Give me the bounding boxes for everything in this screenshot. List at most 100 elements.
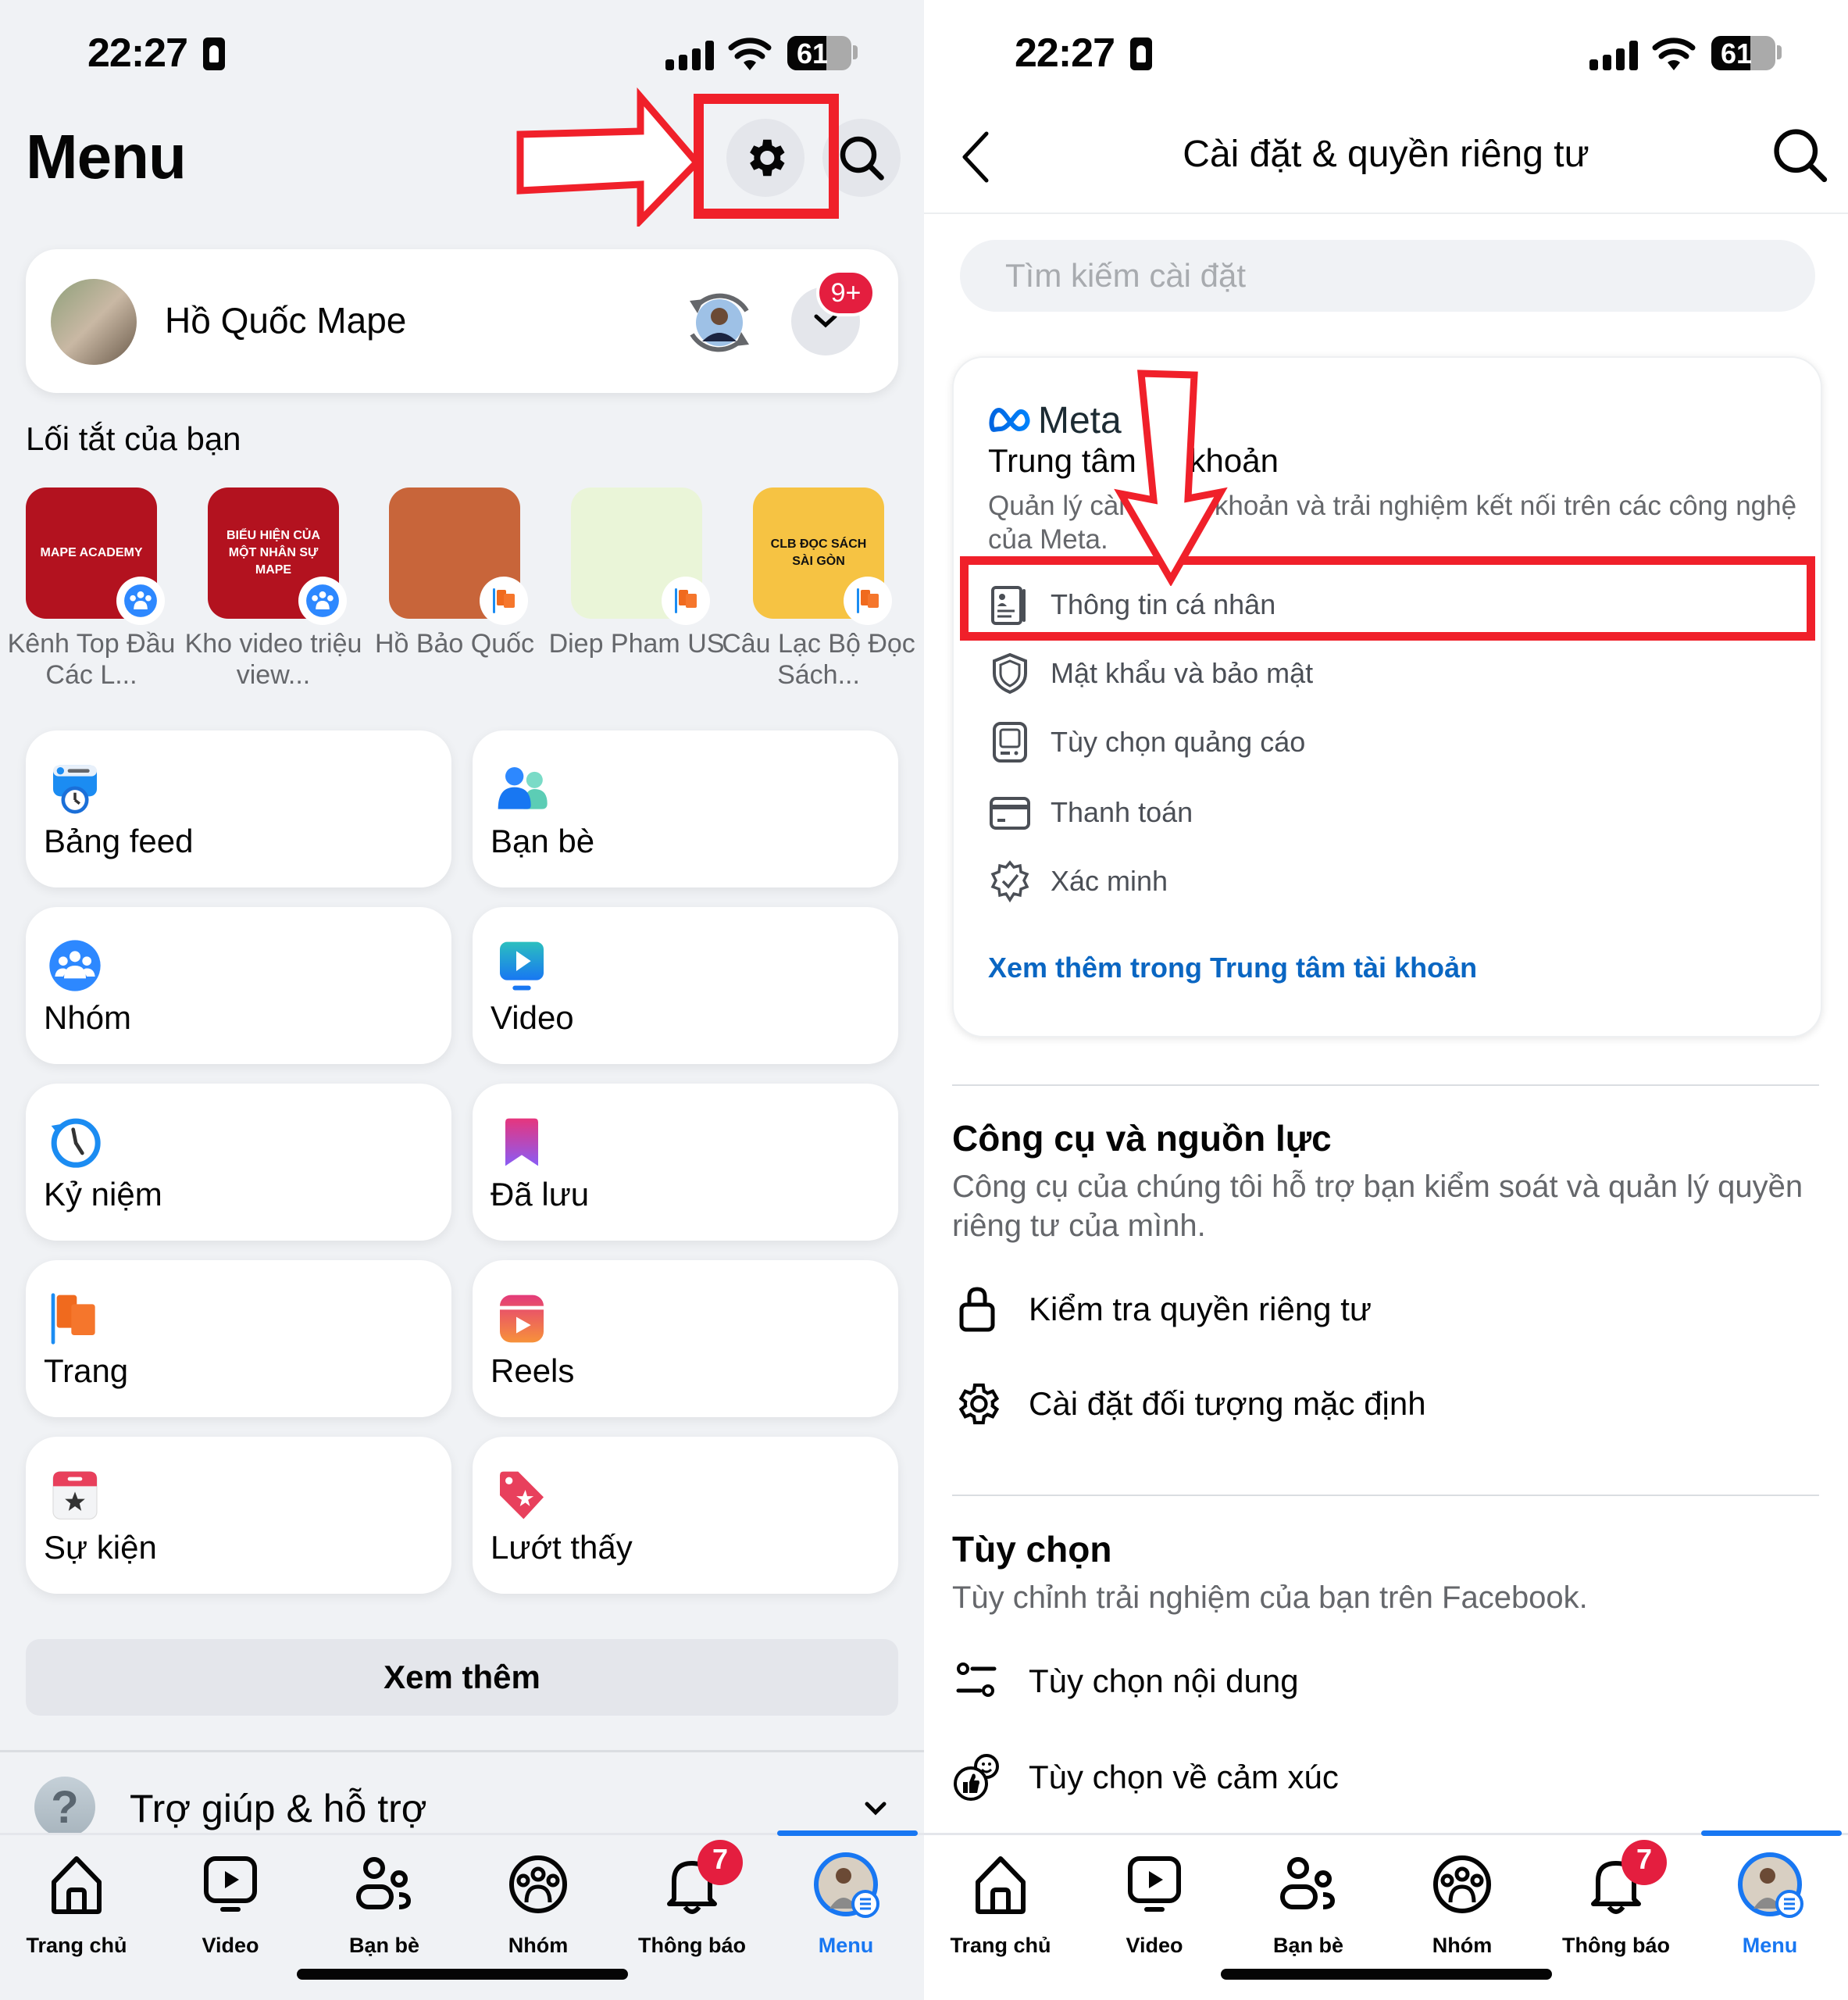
shortcut-tile-groups[interactable]: Nhóm — [26, 907, 451, 1064]
pages-flag-icon — [48, 1291, 102, 1346]
shortcut-item[interactable]: BIỂU HIỆN CỦA MỘT NHÂN SỰ MAPE Kho video … — [185, 488, 362, 691]
shortcut-tile-memories[interactable]: Kỷ niệm — [26, 1084, 451, 1241]
video-icon — [494, 938, 549, 993]
settings-search-input[interactable] — [960, 240, 1815, 312]
shortcut-tile-feed[interactable]: Bảng feed — [26, 730, 451, 888]
shortcut-tile-pages-flag[interactable]: Trang — [26, 1260, 451, 1417]
group-badge-icon — [298, 577, 347, 625]
nav-tab-friends-outline[interactable]: Bạn bè — [308, 1851, 461, 1958]
search-icon[interactable] — [1770, 125, 1829, 184]
battery-level: 61 — [797, 38, 829, 70]
events-icon — [48, 1468, 102, 1523]
item-label: Kiểm tra quyền riêng tư — [1029, 1291, 1372, 1327]
accounts-center-item[interactable]: Thanh toán — [988, 789, 1793, 836]
battery-level: 61 — [1721, 38, 1753, 70]
tile-label: Video — [491, 999, 574, 1036]
shortcut-tile-feeds-tag[interactable]: Lướt thấy — [473, 1437, 898, 1594]
tools-description: Công cụ của chúng tôi hỗ trợ bạn kiểm so… — [952, 1170, 1803, 1243]
reactions-icon — [952, 1752, 1002, 1802]
preferences-item[interactable]: Tùy chọn nội dung — [952, 1650, 1811, 1712]
shortcut-item[interactable]: CLB ĐỌC SÁCH SÀI GÒN Câu Lạc Bộ Đọc Sách.… — [722, 488, 915, 691]
accounts-center-item[interactable]: Mật khẩu và bảo mật — [988, 650, 1793, 697]
help-support-row[interactable]: ? Trợ giúp & hỗ trợ — [0, 1773, 924, 1838]
tile-label: Bảng feed — [44, 823, 194, 859]
profile-card[interactable]: Hồ Quốc Mape 9+ — [26, 249, 898, 393]
shortcut-tile-reels[interactable]: Reels — [473, 1260, 898, 1417]
shortcut-label: Kênh Top Đầu Các L... — [7, 629, 176, 690]
profile-name[interactable]: Hồ Quốc Mape — [165, 299, 406, 341]
item-label: Thanh toán — [1051, 796, 1193, 828]
tile-label: Nhóm — [44, 999, 132, 1036]
profile-avatar[interactable] — [51, 279, 137, 365]
profile-menu-icon — [812, 1851, 879, 1918]
shortcut-thumbnail: CLB ĐỌC SÁCH SÀI GÒN — [753, 488, 892, 625]
nav-tab-video-tv[interactable]: Video — [1078, 1851, 1231, 1958]
tile-label: Trang — [44, 1352, 129, 1389]
header-divider — [924, 212, 1848, 214]
item-label: Tùy chọn nội dung — [1029, 1662, 1299, 1699]
accounts-center-item[interactable]: Xác minh — [988, 858, 1793, 905]
shortcut-label: Câu Lạc Bộ Đọc Sách... — [722, 629, 915, 690]
shortcut-item[interactable]: Diep Pham US — [549, 488, 724, 659]
nav-tab-home[interactable]: Trang chủ — [924, 1851, 1077, 1958]
chevron-down-icon[interactable] — [864, 1800, 887, 1817]
shortcut-tile-friends[interactable]: Bạn bè — [473, 730, 898, 888]
notification-count-badge: 7 — [1621, 1840, 1667, 1885]
wifi-icon — [728, 38, 772, 70]
shortcut-item[interactable]: Hồ Bảo Quốc — [375, 488, 534, 659]
active-tab-indicator — [1701, 1830, 1842, 1836]
shortcut-tile-events[interactable]: Sự kiện — [26, 1437, 451, 1594]
nav-tab-bell[interactable]: 7 Thông báo — [615, 1840, 769, 1958]
focus-person-icon — [1130, 38, 1152, 70]
home-icon — [43, 1851, 110, 1918]
shortcuts-heading: Lối tắt của bạn — [26, 420, 241, 457]
profile-menu-icon — [1736, 1851, 1803, 1918]
page-badge-icon — [844, 577, 892, 625]
preferences-item[interactable]: Tùy chọn về cảm xúc — [952, 1746, 1811, 1809]
item-label: Xác minh — [1051, 865, 1168, 897]
page-badge-icon — [480, 577, 528, 625]
tools-item[interactable]: Kiểm tra quyền riêng tư — [952, 1278, 1811, 1341]
tile-label: Sự kiện — [44, 1529, 157, 1566]
cellular-signal-icon — [1589, 38, 1638, 70]
groups-outline-icon — [1429, 1851, 1496, 1918]
sliders-icon — [952, 1656, 1002, 1706]
friends-outline-icon — [351, 1851, 418, 1918]
meta-infinity-icon — [989, 407, 1030, 432]
nav-tab-profile-menu[interactable]: Menu — [1693, 1851, 1846, 1958]
nav-label: Video — [202, 1934, 259, 1957]
focus-person-icon — [203, 38, 225, 70]
nav-tab-home[interactable]: Trang chủ — [0, 1851, 153, 1958]
nav-tab-bell[interactable]: 7 Thông báo — [1539, 1840, 1693, 1958]
shortcut-label: Diep Pham US — [548, 629, 725, 659]
tile-label: Bạn bè — [491, 823, 595, 859]
tools-item[interactable]: Cài đặt đối tượng mặc định — [952, 1373, 1811, 1435]
battery-nub — [1777, 45, 1782, 59]
switch-profile-icon[interactable] — [680, 284, 758, 362]
nav-label: Nhóm — [508, 1934, 569, 1957]
page-title: Cài đặt & quyền riêng tư — [1183, 134, 1589, 175]
friends-outline-icon — [1275, 1851, 1342, 1918]
nav-tab-groups-outline[interactable]: Nhóm — [1386, 1851, 1539, 1958]
gear-icon — [952, 1379, 1002, 1429]
shortcut-tile-video[interactable]: Video — [473, 907, 898, 1064]
shortcut-thumbnail: MAPE ACADEMY — [26, 488, 165, 625]
menu-screen: 22:27 61 Menu Hồ Quốc Mape 9+ Lối tắt củ… — [0, 0, 924, 2000]
see-more-button[interactable]: Xem thêm — [26, 1639, 898, 1716]
nav-tab-video-tv[interactable]: Video — [154, 1851, 307, 1958]
nav-label: Bạn bè — [1272, 1934, 1344, 1957]
section-divider — [952, 1495, 1819, 1496]
shortcut-tile-saved[interactable]: Đã lưu — [473, 1084, 898, 1241]
battery-nub — [853, 45, 858, 59]
nav-tab-friends-outline[interactable]: Bạn bè — [1232, 1851, 1385, 1958]
nav-label: Thông báo — [638, 1934, 746, 1957]
nav-tab-profile-menu[interactable]: Menu — [769, 1851, 922, 1958]
tools-heading: Công cụ và nguồn lực — [952, 1118, 1332, 1159]
shortcut-item[interactable]: MAPE ACADEMY Kênh Top Đầu Các L... — [8, 488, 175, 691]
nav-tab-groups-outline[interactable]: Nhóm — [462, 1851, 615, 1958]
active-tab-indicator — [777, 1830, 918, 1836]
accounts-center-item[interactable]: Tùy chọn quảng cáo — [988, 719, 1793, 766]
see-more-accounts-center-link[interactable]: Xem thêm trong Trung tâm tài khoản — [988, 952, 1477, 984]
video-tv-icon — [197, 1851, 264, 1918]
annotation-highlight-personal-info — [960, 556, 1815, 641]
